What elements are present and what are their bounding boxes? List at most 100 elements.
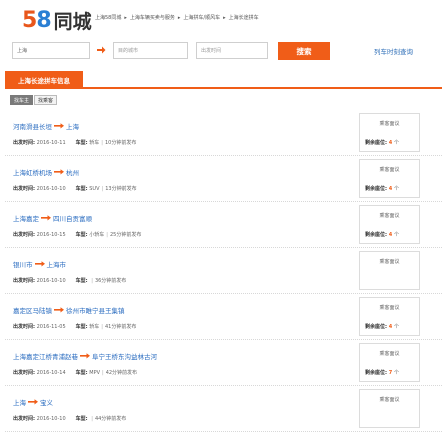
date-input[interactable]: 出发时间	[196, 42, 268, 59]
list-item: 银川市 上海市 出发时间: 2016-10-10 车型: | 36分钟前发布 乘客面…	[5, 248, 442, 294]
seat-box: 乘客面议 剩余座位: 4 个	[359, 297, 420, 336]
depart-date: 2016-10-14	[36, 370, 66, 376]
depart-label: 出发时间:	[13, 140, 35, 146]
car-type: MPV	[89, 370, 100, 376]
posted-time: 36分钟前发布	[94, 278, 127, 284]
breadcrumb-item[interactable]: 上海58同城	[95, 14, 121, 21]
car-type-label: 车型:	[75, 232, 88, 238]
seat-count: 4	[388, 186, 393, 192]
posted-time: 10分钟前发布	[104, 140, 137, 146]
depart-date: 2016-10-10	[36, 186, 66, 192]
seat-count: 4	[388, 324, 393, 330]
depart-date: 2016-11-05	[36, 324, 66, 330]
car-type-label: 车型:	[75, 186, 88, 192]
subtab-group: 找车主 找乘客	[10, 95, 58, 105]
route-link[interactable]: 上海虹桥机场 杭州	[13, 167, 79, 177]
breadcrumb-item[interactable]: 上海拼车/顺风车	[183, 14, 220, 21]
arrow-right-icon	[97, 46, 106, 54]
trip-meta: 出发时间: 2016-10-14 车型: MPV | 42分钟前发布	[13, 370, 138, 376]
search-button[interactable]: 搜索	[278, 42, 330, 60]
route-link[interactable]: 银川市 上海市	[13, 259, 66, 269]
route-link[interactable]: 上海 宝义	[13, 397, 53, 407]
seat-box: 乘客面议 剩余座位: 7 个	[359, 343, 420, 382]
trip-meta: 出发时间: 2016-11-05 车型: 轿车 | 41分钟前发布	[13, 324, 137, 330]
route-origin: 银川市	[13, 261, 33, 269]
seat-box: 乘客面议	[359, 389, 420, 428]
route-arrow-icon	[54, 307, 64, 313]
trip-meta: 出发时间: 2016-10-15 车型: 小轿车 | 25分钟前发布	[13, 232, 142, 238]
route-origin: 上海虹桥机场	[13, 169, 52, 177]
route-arrow-icon	[54, 123, 64, 129]
chevron-right-icon: ▸	[124, 14, 127, 21]
posted-time: 13分钟前发布	[105, 186, 137, 192]
depart-date: 2016-10-15	[36, 232, 66, 238]
trip-meta: 出发时间: 2016-10-10 车型: SUV | 13分钟前发布	[13, 186, 137, 192]
from-city-input[interactable]: 上海	[12, 42, 90, 59]
seat-count: 7	[388, 370, 393, 376]
seats-left: 剩余座位: 4 个	[365, 232, 399, 238]
depart-label: 出发时间:	[13, 416, 35, 422]
route-link[interactable]: 上海嘉定 四川自贡富顺	[13, 213, 92, 223]
trip-meta: 出发时间: 2016-10-10 车型: | 36分钟前发布	[13, 278, 127, 284]
route-arrow-icon	[54, 169, 64, 175]
subtab-find-driver[interactable]: 找车主	[10, 95, 34, 105]
route-search-bar: 上海 目的城市 出发时间 搜索 列车时刻查询	[12, 42, 440, 60]
list-item: 上海 宝义 出发时间: 2016-10-10 车型: | 44分钟前发布 乘客面议	[5, 386, 442, 432]
seats-left: 剩余座位: 4 个	[365, 140, 399, 146]
subtab-find-passenger[interactable]: 找乘客	[34, 95, 58, 105]
price-negotiable: 乘客面议	[379, 351, 400, 357]
depart-label: 出发时间:	[13, 370, 35, 376]
posted-time: 42分钟前发布	[105, 370, 138, 376]
trip-meta: 出发时间: 2016-10-11 车型: 轿车 | 10分钟前发布	[13, 140, 137, 146]
posted-time: 25分钟前发布	[109, 232, 142, 238]
route-destination: 上海	[66, 123, 79, 131]
seat-box: 乘客面议 剩余座位: 4 个	[359, 159, 420, 198]
logo-digit-8: 8	[36, 7, 52, 33]
route-link[interactable]: 河南滑县长垣 上海	[13, 121, 79, 131]
seat-box: 乘客面议 剩余座位: 4 个	[359, 205, 420, 244]
route-origin: 上海嘉定	[13, 215, 39, 223]
list-item: 上海嘉定江桥青浦赵巷 阜宁王桥东沟益林古河 出发时间: 2016-10-14 车型…	[5, 340, 442, 386]
breadcrumb: 上海58同城 ▸ 上海车辆买卖与服务 ▸ 上海拼车/顺风车 ▸ 上海长途拼车	[95, 14, 259, 22]
route-arrow-icon	[80, 353, 90, 359]
seat-box: 乘客面议 剩余座位: 4 个	[359, 113, 420, 152]
chevron-right-icon: ▸	[177, 14, 181, 21]
route-destination: 徐州市睢宁县王集镇	[66, 307, 125, 315]
to-city-input[interactable]: 目的城市	[113, 42, 188, 59]
list-item: 嘉定区马陆镇 徐州市睢宁县王集镇 出发时间: 2016-11-05 车型: 轿车 |…	[5, 294, 442, 340]
price-negotiable: 乘客面议	[379, 213, 400, 219]
route-destination: 杭州	[66, 169, 79, 177]
car-type-label: 车型:	[75, 324, 88, 330]
route-destination: 四川自贡富顺	[53, 215, 92, 223]
posted-time: 41分钟前发布	[104, 324, 137, 330]
car-type: 小轿车	[89, 232, 105, 238]
tab-long-distance-carpool[interactable]: 上海长途拼车信息	[5, 71, 83, 89]
route-link[interactable]: 上海嘉定江桥青浦赵巷 阜宁王桥东沟益林古河	[13, 351, 157, 361]
route-origin: 嘉定区马陆镇	[13, 307, 52, 315]
car-type-label: 车型:	[75, 370, 88, 376]
list-item: 上海嘉定 四川自贡富顺 出发时间: 2016-10-15 车型: 小轿车 | 25分钟…	[5, 202, 442, 248]
list-item: 河南滑县长垣 上海 出发时间: 2016-10-11 车型: 轿车 | 10分钟前发布…	[5, 110, 442, 156]
car-type: SUV	[89, 186, 100, 192]
car-type: 轿车	[89, 140, 100, 146]
breadcrumb-item[interactable]: 上海长途拼车	[229, 14, 259, 21]
depart-date: 2016-10-11	[36, 140, 66, 146]
site-logo[interactable]: 5 8 同城	[22, 7, 92, 33]
route-arrow-icon	[41, 215, 51, 221]
chevron-right-icon: ▸	[223, 14, 226, 21]
price-negotiable: 乘客面议	[379, 259, 400, 265]
car-type: 轿车	[89, 324, 100, 330]
trip-meta: 出发时间: 2016-10-10 车型: | 44分钟前发布	[13, 416, 127, 422]
route-arrow-icon	[28, 399, 38, 405]
seat-count: 4	[388, 140, 393, 146]
route-destination: 上海市	[46, 261, 67, 269]
list-item: 上海虹桥机场 杭州 出发时间: 2016-10-10 车型: SUV | 13分钟前发…	[5, 156, 442, 202]
seats-left: 剩余座位: 7 个	[365, 370, 399, 376]
depart-label: 出发时间:	[13, 324, 35, 330]
price-negotiable: 乘客面议	[379, 397, 400, 403]
route-link[interactable]: 嘉定区马陆镇 徐州市睢宁县王集镇	[13, 305, 125, 315]
posted-time: 44分钟前发布	[94, 416, 127, 422]
train-schedule-link[interactable]: 列车时刻查询	[374, 46, 413, 56]
breadcrumb-item[interactable]: 上海车辆买卖与服务	[130, 14, 175, 21]
route-origin: 河南滑县长垣	[13, 123, 52, 131]
